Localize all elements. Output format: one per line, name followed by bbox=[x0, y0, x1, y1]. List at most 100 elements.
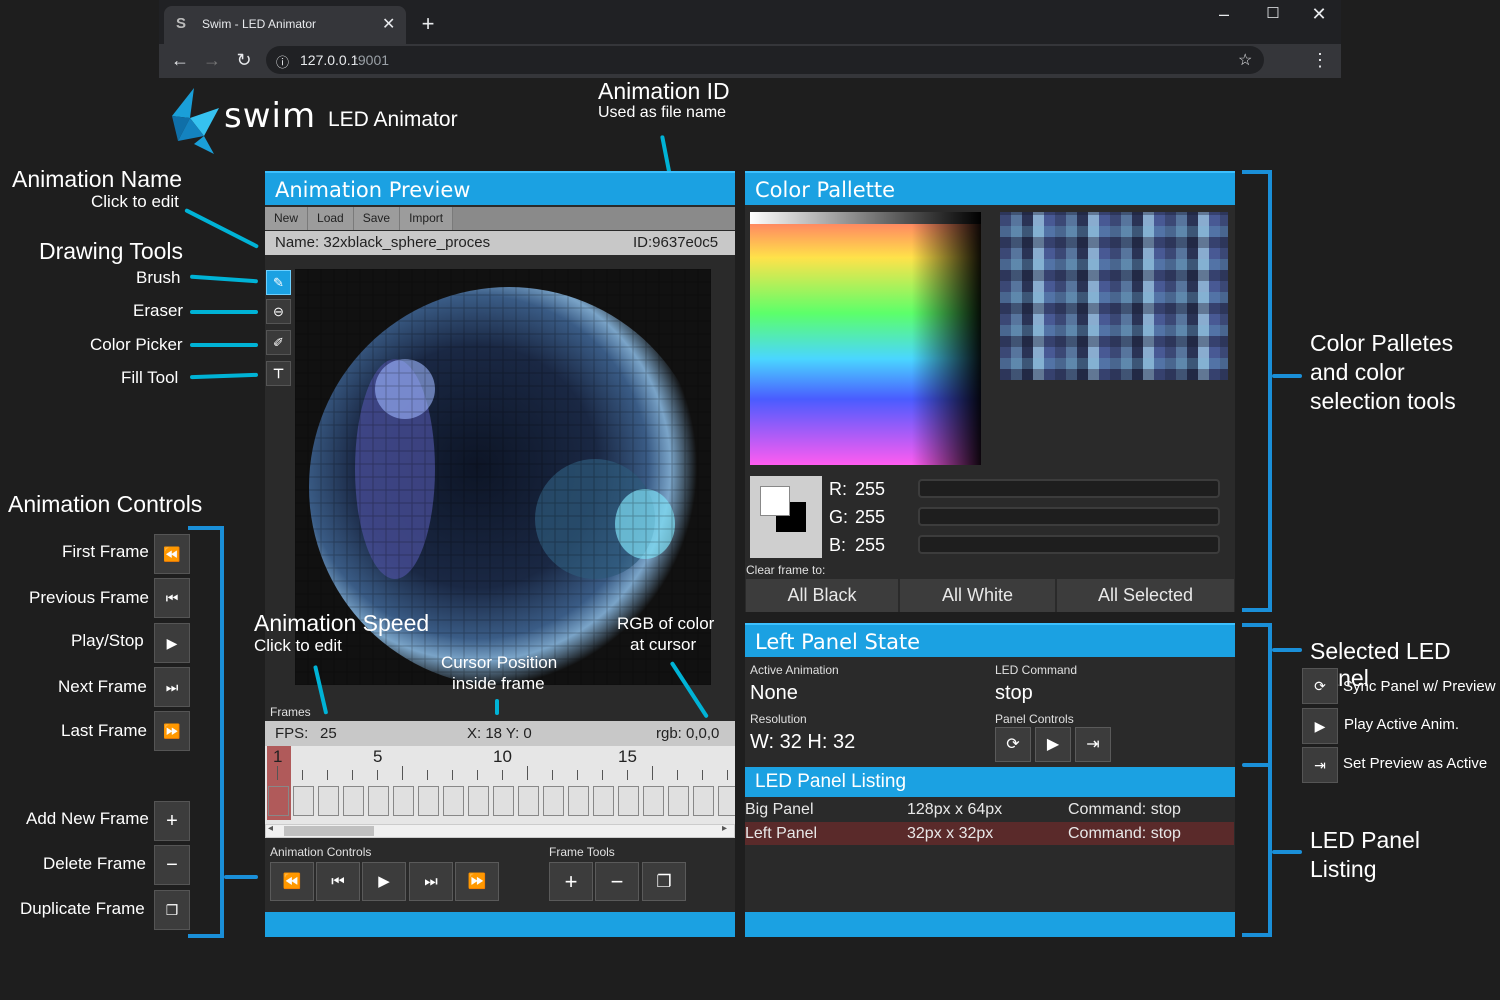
last-frame-button[interactable]: ⏩ bbox=[455, 862, 499, 901]
annotation-line bbox=[1272, 850, 1302, 854]
back-icon[interactable]: ← bbox=[168, 48, 192, 72]
reload-icon[interactable]: ↻ bbox=[232, 48, 256, 72]
frame-slot[interactable] bbox=[718, 786, 735, 816]
frame-slot[interactable] bbox=[443, 786, 464, 816]
frame-slot[interactable] bbox=[693, 786, 714, 816]
frame-slot[interactable] bbox=[618, 786, 639, 816]
g-slider[interactable] bbox=[918, 507, 1220, 526]
frames-label: Frames bbox=[270, 705, 311, 719]
timeline-tick bbox=[677, 770, 678, 780]
frame-slot[interactable] bbox=[543, 786, 564, 816]
r-slider[interactable] bbox=[918, 479, 1220, 498]
browser-menu-icon[interactable]: ⋮ bbox=[1308, 48, 1332, 72]
annotation-add-new-frame: Add New Frame bbox=[26, 809, 149, 828]
eraser-tool-icon[interactable]: ⊖ bbox=[266, 299, 291, 324]
legend-delete-frame-icon: − bbox=[154, 845, 190, 885]
legend-first-frame-icon: ⏪ bbox=[154, 534, 190, 574]
menu-new-button[interactable]: New bbox=[265, 207, 309, 230]
frame-slot[interactable] bbox=[393, 786, 414, 816]
next-frame-button[interactable]: ⏭ bbox=[409, 862, 453, 901]
frame-slot[interactable] bbox=[368, 786, 389, 816]
b-slider[interactable] bbox=[918, 535, 1220, 554]
first-frame-button[interactable]: ⏪ bbox=[270, 862, 314, 901]
timeline-tick bbox=[552, 770, 553, 780]
minimize-icon[interactable]: – bbox=[1212, 2, 1236, 26]
active-animation-label: Active Animation bbox=[750, 663, 839, 677]
scroll-left-icon[interactable]: ◂ bbox=[268, 823, 273, 834]
url-field[interactable]: ⓘ 127.0.0.1 :9001 ☆ bbox=[266, 46, 1264, 74]
annotation-line bbox=[189, 274, 259, 284]
set-preview-active-button[interactable]: ⇥ bbox=[1075, 727, 1111, 762]
color-picker-tool-icon[interactable]: ✐ bbox=[266, 330, 291, 355]
brush-tool-icon[interactable]: ✎ bbox=[266, 270, 291, 295]
timeline-scrollbar[interactable]: ◂ ▸ bbox=[265, 823, 735, 838]
previous-frame-button[interactable]: ⏮ bbox=[316, 862, 360, 901]
annotation-last-frame: Last Frame bbox=[61, 721, 147, 740]
duplicate-frame-button[interactable]: ❐ bbox=[642, 862, 686, 901]
frame-slot[interactable] bbox=[668, 786, 689, 816]
play-active-button[interactable]: ▶ bbox=[1035, 727, 1071, 762]
rainbow-palette[interactable] bbox=[750, 212, 981, 465]
tick-label: 1 bbox=[273, 747, 283, 766]
timeline-tick bbox=[377, 770, 378, 780]
fill-tool-icon[interactable]: ⊤ bbox=[266, 361, 291, 386]
play-button[interactable]: ▶ bbox=[362, 862, 406, 901]
grayscale-strip[interactable] bbox=[750, 212, 981, 224]
browser-tab[interactable]: S Swim - LED Animator ✕ bbox=[164, 6, 406, 44]
sync-panel-button[interactable]: ⟳ bbox=[995, 727, 1031, 762]
image-palette-overlay bbox=[1000, 212, 1228, 380]
b-label: B: bbox=[829, 535, 847, 555]
frame-slot[interactable] bbox=[318, 786, 339, 816]
timeline-tick bbox=[352, 770, 353, 780]
annotation-first-frame: First Frame bbox=[62, 542, 149, 561]
annotation-eraser: Eraser bbox=[133, 301, 184, 320]
frame-slot[interactable] bbox=[268, 786, 289, 816]
listing-row-selected[interactable]: Left Panel 32px x 32px Command: stop bbox=[745, 822, 1234, 845]
annotation-bracket bbox=[188, 526, 224, 938]
timeline-tick bbox=[452, 770, 453, 780]
menu-load-button[interactable]: Load bbox=[308, 207, 354, 230]
delete-frame-button[interactable]: − bbox=[595, 862, 639, 901]
forward-icon[interactable]: → bbox=[200, 48, 224, 72]
maximize-icon[interactable]: ☐ bbox=[1261, 2, 1285, 26]
timeline-tick bbox=[302, 770, 303, 780]
frame-slot[interactable] bbox=[493, 786, 514, 816]
clear-all-black-button[interactable]: All Black bbox=[746, 579, 898, 612]
frame-slot[interactable] bbox=[418, 786, 439, 816]
frame-slot[interactable] bbox=[643, 786, 664, 816]
frame-slot[interactable] bbox=[468, 786, 489, 816]
listing-row[interactable]: Big Panel 128px x 64px Command: stop bbox=[745, 798, 1234, 821]
frame-slot[interactable] bbox=[343, 786, 364, 816]
bookmark-star-icon[interactable]: ☆ bbox=[1238, 50, 1252, 70]
animation-id-label: ID:9637e0c5 bbox=[633, 234, 719, 251]
url-port: :9001 bbox=[354, 52, 390, 68]
annotation-fill-tool: Fill Tool bbox=[121, 368, 179, 387]
timeline[interactable]: 1 5 10 15 bbox=[265, 746, 735, 824]
preview-panel-footer bbox=[265, 912, 735, 937]
annotation-bracket bbox=[1242, 170, 1272, 612]
menu-save-button[interactable]: Save bbox=[353, 207, 401, 230]
frame-slot[interactable] bbox=[518, 786, 539, 816]
image-palette[interactable] bbox=[1000, 212, 1228, 380]
frame-slot[interactable] bbox=[593, 786, 614, 816]
clear-all-selected-button[interactable]: All Selected bbox=[1057, 579, 1234, 612]
timeline-tick bbox=[327, 770, 328, 780]
scrollbar-thumb[interactable] bbox=[284, 826, 374, 836]
timeline-tick bbox=[527, 766, 528, 780]
new-tab-icon[interactable]: + bbox=[416, 12, 440, 36]
menu-import-button[interactable]: Import bbox=[400, 207, 454, 230]
window-close-icon[interactable]: ✕ bbox=[1307, 2, 1331, 26]
fps-value-field[interactable]: 25 bbox=[320, 725, 337, 742]
color-swatch[interactable] bbox=[750, 476, 822, 558]
frame-slot[interactable] bbox=[293, 786, 314, 816]
scroll-right-icon[interactable]: ▸ bbox=[722, 823, 727, 834]
primary-color[interactable] bbox=[760, 486, 790, 516]
led-command-value: stop bbox=[995, 682, 1033, 704]
add-frame-button[interactable]: + bbox=[549, 862, 593, 901]
animation-name-field[interactable]: Name: 32xblack_sphere_proces bbox=[275, 234, 490, 251]
annotation-drawing-tools: Drawing Tools bbox=[39, 238, 184, 264]
tab-close-icon[interactable]: ✕ bbox=[382, 14, 395, 34]
frame-slot[interactable] bbox=[568, 786, 589, 816]
legend-next-frame-icon: ⏭ bbox=[154, 667, 190, 707]
clear-all-white-button[interactable]: All White bbox=[900, 579, 1055, 612]
